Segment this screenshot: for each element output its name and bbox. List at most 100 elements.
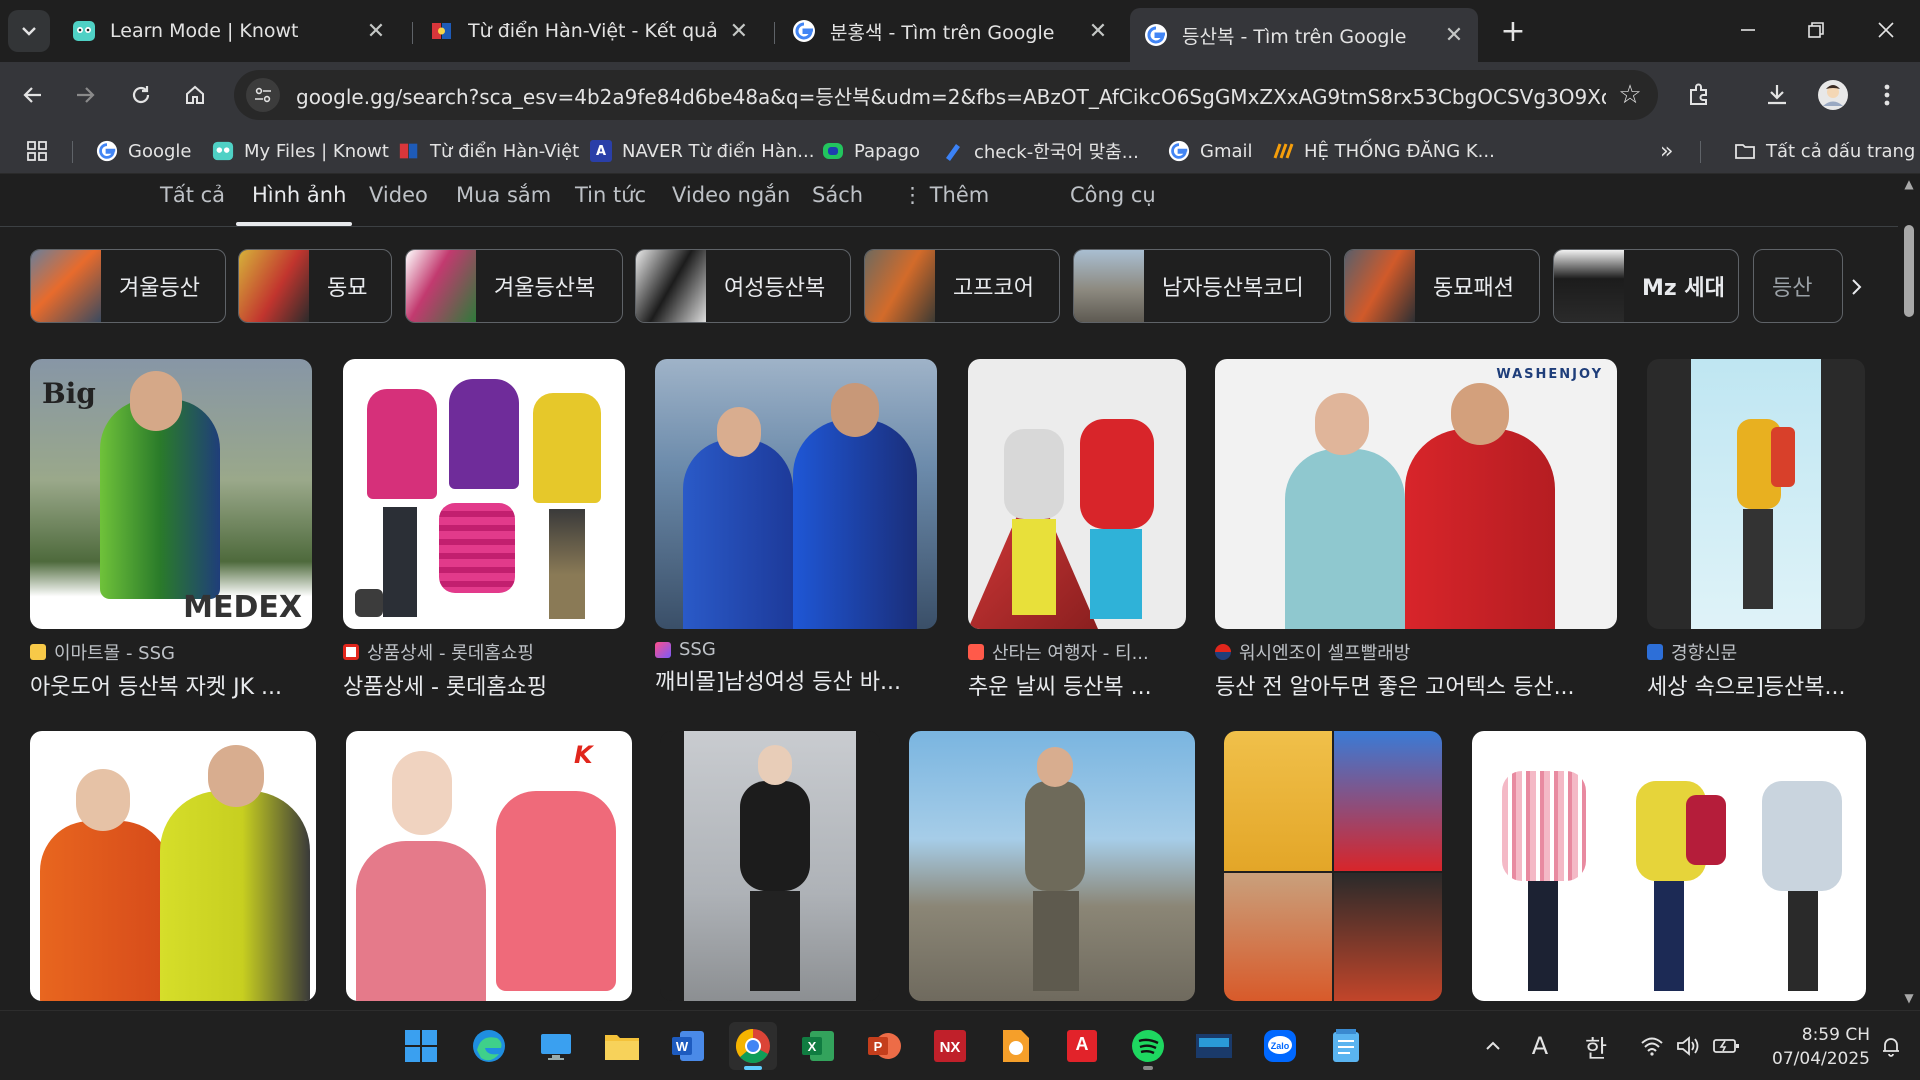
apps-grid-icon[interactable]	[26, 136, 48, 166]
image-result[interactable]	[30, 731, 316, 1001]
result-image[interactable]	[660, 731, 880, 1001]
chevron-right-icon[interactable]	[1838, 269, 1874, 305]
battery-charging-icon[interactable]	[1710, 1025, 1742, 1067]
tab-news[interactable]: Tin tức	[575, 183, 646, 207]
image-result[interactable]	[660, 731, 880, 1001]
bookmark-dictionary[interactable]: Từ điển Hàn-Việt	[398, 136, 579, 166]
chip-men-hiking-outfit[interactable]: 남자등산복코디	[1073, 249, 1331, 323]
bookmark-check-korean[interactable]: check-한국어 맞춤...	[942, 136, 1139, 166]
tab-short-videos[interactable]: Video ngắn	[672, 183, 790, 207]
file-explorer-icon[interactable]	[598, 1022, 646, 1070]
result-image[interactable]	[30, 731, 316, 1001]
result-image[interactable]	[343, 359, 625, 629]
result-image[interactable]	[1647, 359, 1865, 629]
result-title[interactable]: 아웃도어 등산복 자켓 JK ...	[30, 669, 312, 701]
wifi-icon[interactable]	[1638, 1025, 1666, 1067]
powerpoint-icon[interactable]: P	[860, 1022, 908, 1070]
scroll-down-arrow-icon[interactable]: ▼	[1902, 991, 1916, 1005]
image-result[interactable]: 상품상세 - 롯데홈쇼핑 상품상세 - 롯데홈쇼핑	[343, 359, 625, 701]
image-result[interactable]: WASHENJOY 워시엔조이 셀프빨래방 등산 전 알아두면 좋은 고어텍스 …	[1215, 359, 1617, 701]
close-icon[interactable]: ✕	[1088, 19, 1108, 44]
result-image[interactable]	[1472, 731, 1866, 1001]
result-source[interactable]: 이마트몰 - SSG	[30, 639, 312, 665]
speaker-icon[interactable]	[1674, 1025, 1702, 1067]
tab-knowt[interactable]: Learn Mode | Knowt ✕	[58, 8, 400, 54]
image-result[interactable]: 산타는 여행자 - 티... 추운 날씨 등산복 ...	[968, 359, 1186, 701]
chip-dongmyo[interactable]: 동묘	[238, 249, 392, 323]
restore-icon[interactable]	[1788, 10, 1844, 50]
image-result[interactable]	[1224, 731, 1442, 1001]
bookmark-star-icon[interactable]: ☆	[1612, 80, 1648, 110]
pdf-editor-icon[interactable]	[992, 1022, 1040, 1070]
windows-start-icon[interactable]	[397, 1022, 445, 1070]
scroll-up-arrow-icon[interactable]: ▲	[1902, 177, 1916, 191]
bookmark-knowt[interactable]: My Files | Knowt	[212, 136, 389, 166]
result-title[interactable]: 세상 속으로]등산복...	[1647, 669, 1865, 701]
ime-korean-indicator[interactable]: 한	[1578, 1025, 1614, 1067]
tab-videos[interactable]: Video	[369, 183, 428, 207]
result-title[interactable]: 추운 날씨 등산복 ...	[968, 669, 1186, 701]
autocad-icon[interactable]: A	[1058, 1022, 1106, 1070]
notification-bell-icon[interactable]	[1876, 1025, 1906, 1067]
result-image[interactable]	[909, 731, 1195, 1001]
result-title[interactable]: 상품상세 - 롯데홈쇼핑	[343, 669, 625, 701]
desktop-icon[interactable]	[532, 1022, 580, 1070]
result-source[interactable]: SSG	[655, 639, 937, 660]
new-tab-plus-icon[interactable]: +	[1494, 12, 1532, 50]
spotify-icon[interactable]	[1124, 1022, 1172, 1070]
tab-search-button[interactable]	[8, 10, 50, 52]
ime-mode-indicator[interactable]: A	[1524, 1025, 1556, 1067]
edge-browser-icon[interactable]	[465, 1022, 513, 1070]
chip-hiking[interactable]: 등산	[1753, 249, 1843, 323]
image-result[interactable]: Big MEDEX 이마트몰 - SSG 아웃도어 등산복 자켓 JK ...	[30, 359, 312, 701]
result-title[interactable]: 등산 전 알아두면 좋은 고어텍스 등산...	[1215, 669, 1617, 701]
bookmark-papago[interactable]: Papago	[822, 136, 920, 166]
page-scrollbar[interactable]: ▲ ▼	[1898, 175, 1920, 1010]
result-image[interactable]	[655, 359, 937, 629]
result-source[interactable]: 산타는 여행자 - 티...	[968, 639, 1186, 665]
bookmark-registration-system[interactable]: HỆ THỐNG ĐĂNG K...	[1272, 136, 1495, 166]
festo-fluidsim-icon[interactable]	[1190, 1022, 1238, 1070]
reload-icon[interactable]	[120, 74, 162, 116]
bookmark-naver[interactable]: A NAVER Từ điển Hàn...	[590, 136, 814, 166]
chrome-icon[interactable]	[729, 1022, 777, 1070]
scrollbar-thumb[interactable]	[1904, 225, 1914, 317]
chip-winter-hiking[interactable]: 겨울등산	[30, 249, 226, 323]
image-result[interactable]: K	[346, 731, 632, 1001]
result-source[interactable]: 상품상세 - 롯데홈쇼핑	[343, 639, 625, 665]
tab-shopping[interactable]: Mua sắm	[456, 183, 551, 207]
url-text[interactable]: google.gg/search?sca_esv=4b2a9fe84d6be48…	[296, 81, 1606, 110]
tab-tools[interactable]: Công cụ	[1070, 183, 1156, 207]
chip-mz-generation[interactable]: Mz 세대	[1553, 249, 1739, 323]
close-icon[interactable]: ✕	[1444, 23, 1464, 48]
tab-images[interactable]: Hình ảnh	[252, 183, 346, 207]
image-result[interactable]: SSG 깨비몰]남성여성 등산 바...	[655, 359, 937, 696]
image-result[interactable]: 경향신문 세상 속으로]등산복...	[1647, 359, 1865, 701]
bookmarks-overflow-icon[interactable]: »	[1660, 136, 1673, 166]
image-result[interactable]	[909, 731, 1195, 1001]
result-image[interactable]: K	[346, 731, 632, 1001]
image-result[interactable]	[1472, 731, 1866, 1001]
back-arrow-icon[interactable]	[12, 74, 54, 116]
bookmark-google[interactable]: Google	[96, 136, 191, 166]
result-title[interactable]: 깨비몰]남성여성 등산 바...	[655, 664, 937, 696]
result-image[interactable]	[968, 359, 1186, 629]
minimize-icon[interactable]	[1720, 10, 1776, 50]
result-source[interactable]: 워시엔조이 셀프빨래방	[1215, 639, 1617, 665]
forward-arrow-icon[interactable]	[64, 74, 106, 116]
chip-women-hiking-clothes[interactable]: 여성등산복	[635, 249, 851, 323]
result-image[interactable]: WASHENJOY	[1215, 359, 1617, 629]
result-image[interactable]	[1224, 731, 1442, 1001]
all-bookmarks-folder[interactable]: Tất cả dấu trang	[1734, 136, 1915, 166]
chevron-up-icon[interactable]	[1478, 1025, 1508, 1067]
tab-dictionary[interactable]: Từ điển Hàn-Việt - Kết quả tìm ✕	[416, 8, 762, 54]
more-vert-icon[interactable]	[1866, 74, 1908, 116]
tab-books[interactable]: Sách	[812, 183, 863, 207]
tab-google-pink[interactable]: 분홍색 - Tìm trên Google ✕	[778, 8, 1122, 54]
chip-dongmyo-fashion[interactable]: 동묘패션	[1344, 249, 1540, 323]
tab-google-hiking-active[interactable]: 등산복 - Tìm trên Google ✕	[1130, 8, 1478, 62]
close-icon[interactable]: ✕	[366, 19, 386, 44]
window-close-icon[interactable]	[1858, 10, 1914, 50]
download-icon[interactable]	[1756, 74, 1798, 116]
notepad-icon[interactable]	[1322, 1022, 1370, 1070]
